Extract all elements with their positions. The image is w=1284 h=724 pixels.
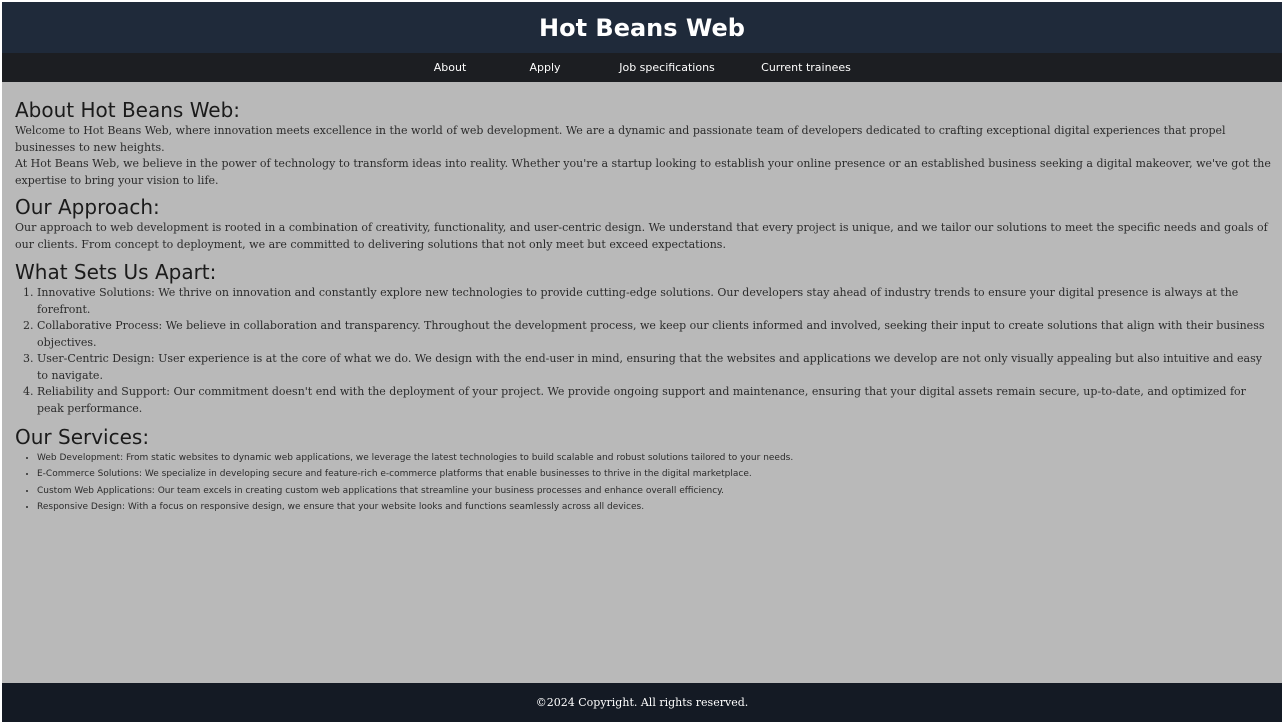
nav-link-job-specifications[interactable]: Job specifications [619,53,715,82]
site-title: Hot Beans Web [539,13,745,42]
approach-paragraph: Our approach to web development is roote… [15,221,1268,251]
list-item: Responsive Design: With a focus on respo… [37,499,1271,515]
main-content: About Hot Beans Web: Welcome to Hot Bean… [15,82,1271,515]
list-item: Web Development: From static websites to… [37,450,1271,466]
site-footer: ©2024 Copyright. All rights reserved. [2,683,1282,722]
about-heading: About Hot Beans Web: [15,98,241,122]
list-item: Collaborative Process: We believe in col… [37,318,1271,351]
list-item: User-Centric Design: User experience is … [37,351,1271,384]
page-frame: Hot Beans Web About Apply Job specificat… [2,2,1282,722]
about-section: About Hot Beans Web: Welcome to Hot Bean… [15,97,1271,189]
nav-link-current-trainees[interactable]: Current trainees [761,53,851,82]
copyright-text: ©2024 Copyright. All rights reserved. [535,696,749,709]
apart-heading: What Sets Us Apart: [15,260,217,284]
list-item: Custom Web Applications: Our team excels… [37,483,1271,499]
services-section: Our Services: Web Development: From stat… [15,424,1271,515]
approach-heading: Our Approach: [15,195,160,219]
apart-section: What Sets Us Apart: Innovative Solutions… [15,259,1271,417]
list-item: Innovative Solutions: We thrive on innov… [37,285,1271,318]
services-list: Web Development: From static websites to… [15,450,1271,515]
nav-link-about[interactable]: About [434,53,467,82]
approach-section: Our Approach: Our approach to web develo… [15,194,1271,253]
services-heading: Our Services: [15,425,150,449]
list-item: E-Commerce Solutions: We specialize in d… [37,466,1271,482]
site-header: Hot Beans Web [2,2,1282,53]
main-nav: About Apply Job specifications Current t… [2,53,1282,82]
list-item: Reliability and Support: Our commitment … [37,384,1271,417]
about-paragraph-1: Welcome to Hot Beans Web, where innovati… [15,124,1226,154]
apart-list: Innovative Solutions: We thrive on innov… [15,285,1271,417]
about-paragraph-2: At Hot Beans Web, we believe in the powe… [15,157,1271,187]
nav-link-apply[interactable]: Apply [529,53,560,82]
